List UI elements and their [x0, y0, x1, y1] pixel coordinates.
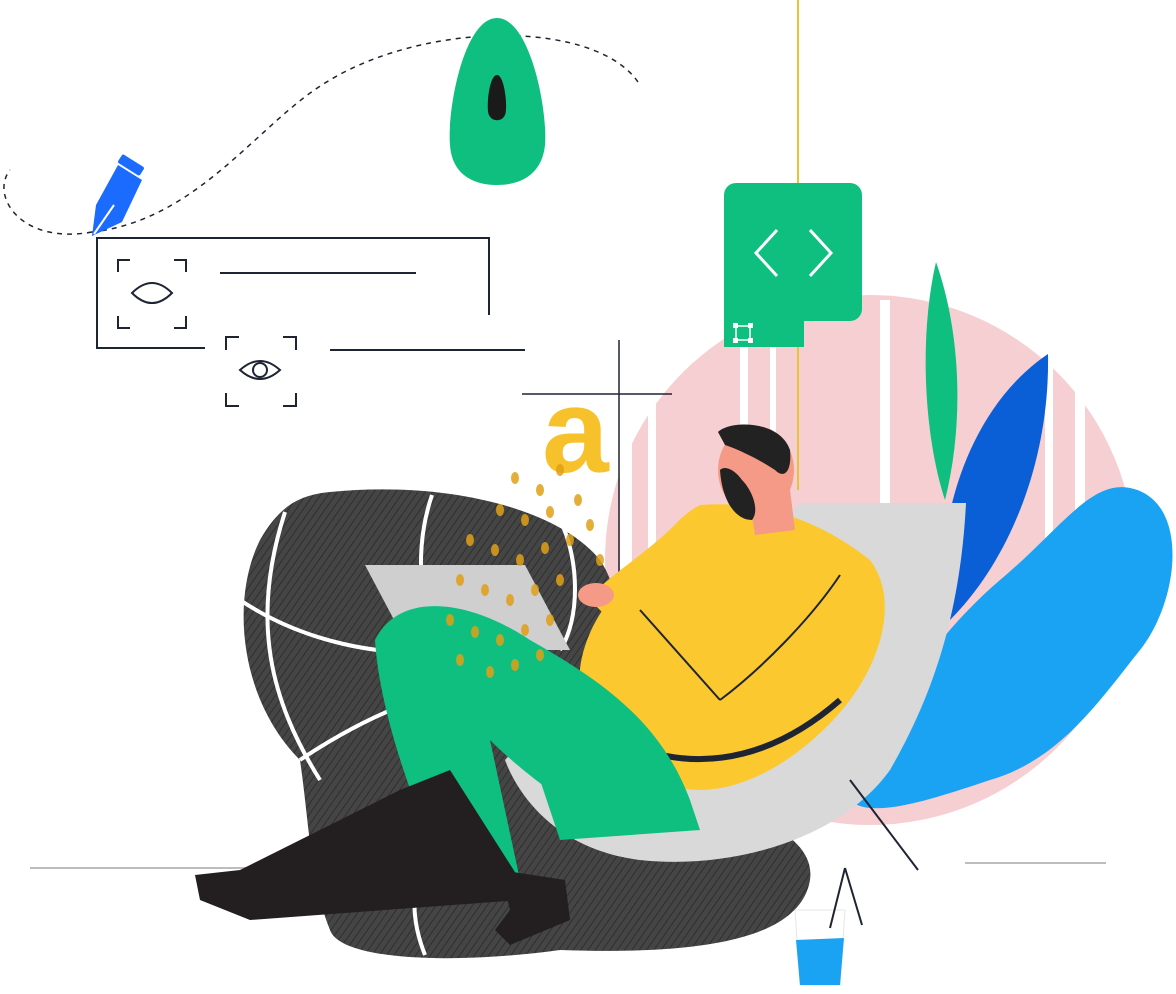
location-pin-icon: [449, 18, 546, 185]
letter-glyph: a: [542, 364, 610, 498]
workspace-illustration: a: [3, 0, 1173, 986]
pen-tool-icon: [92, 154, 144, 236]
